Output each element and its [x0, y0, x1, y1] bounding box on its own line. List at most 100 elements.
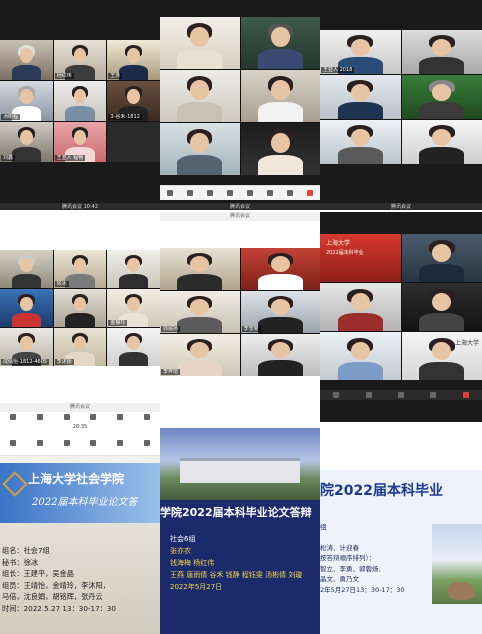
- participant-tile[interactable]: 金静玲: [107, 289, 160, 327]
- share-screen-icon[interactable]: [397, 392, 404, 398]
- campus-rock: [448, 582, 474, 600]
- info-line: 晶文、勇乃文: [320, 575, 359, 583]
- participant-tile[interactable]: [320, 75, 401, 119]
- participant-tile[interactable]: [160, 70, 240, 122]
- microphone-icon[interactable]: [167, 190, 173, 196]
- meeting-toolbar: [0, 412, 160, 422]
- leader-names: 张亦农: [170, 547, 191, 555]
- participant-tile[interactable]: [320, 120, 401, 164]
- participant-tile[interactable]: [401, 120, 482, 164]
- participant-name: 王亚人 2018: [321, 67, 355, 73]
- participant-tile[interactable]: [240, 123, 320, 175]
- video-grid: 杨红伟 王赤 汤彬程 3-谷禾-1812 刘鑫 王亚人 程畅: [0, 40, 160, 162]
- participant-name: 王赤: [108, 73, 123, 79]
- info-line: 按答辩顺序排列）：: [320, 554, 376, 562]
- participant-tile[interactable]: 汤彬程: [0, 81, 53, 121]
- text-icon[interactable]: [36, 440, 43, 446]
- participants-icon[interactable]: [430, 392, 437, 398]
- meeting-screenshot-6: 上海大学 2022届本科毕业 上海大学: [320, 212, 482, 422]
- participant-tile[interactable]: 王亚人 2018: [320, 30, 401, 74]
- meeting-screenshot-5: 郭展扬 李雪斐 李梓瑄 腾讯会议: [160, 212, 320, 422]
- participant-tile[interactable]: [107, 250, 160, 288]
- group-name: 社会6组: [170, 535, 196, 543]
- participant-tile[interactable]: [240, 248, 320, 290]
- participant-tile[interactable]: 刘鑫: [0, 122, 53, 162]
- poster-card-1: 28:35 上海大学社会学院 2022届本科毕业论文答 组名：社会7组 秘书：徐…: [0, 423, 160, 634]
- participant-tile[interactable]: [401, 234, 482, 282]
- participant-tile[interactable]: 杨红伟: [53, 40, 107, 80]
- participant-tile[interactable]: [53, 81, 107, 121]
- share-screen-icon[interactable]: [207, 190, 213, 196]
- microphone-icon[interactable]: [10, 414, 17, 420]
- participant-tile[interactable]: 李沐阳: [53, 328, 107, 366]
- participant-tile[interactable]: [0, 250, 53, 288]
- edit-icon[interactable]: [10, 440, 17, 446]
- participant-tile[interactable]: [240, 334, 320, 376]
- participant-tile[interactable]: [401, 75, 482, 119]
- status-bar: 腾讯会议: [160, 212, 320, 221]
- participant-tile[interactable]: 李雪斐: [240, 291, 320, 333]
- video-grid: 郭展扬 李雪斐 李梓瑄: [160, 248, 320, 376]
- end-call-icon[interactable]: [307, 190, 313, 196]
- participant-tile[interactable]: [53, 289, 107, 327]
- settings-icon[interactable]: [143, 414, 150, 420]
- member-names: 王燕 唐雨倩 谷禾 钱静 程钰雯 汤彬倩 刘璇: [170, 571, 303, 579]
- participant-tile[interactable]: 王亚人 程畅: [53, 122, 107, 162]
- camera-icon[interactable]: [365, 392, 372, 398]
- participant-tile[interactable]: [240, 17, 320, 69]
- participant-tile[interactable]: 郭展扬: [160, 291, 240, 333]
- chat-icon[interactable]: [267, 190, 273, 196]
- participant-tile[interactable]: [320, 332, 401, 380]
- document-toolbar: [0, 431, 160, 456]
- info-line: 时间：2022.5.27 13：30-17：30: [2, 603, 116, 613]
- participant-tile[interactable]: [107, 328, 160, 366]
- participant-tile[interactable]: [160, 248, 240, 290]
- participant-tile[interactable]: [240, 70, 320, 122]
- camera-icon[interactable]: [187, 190, 193, 196]
- participant-tile[interactable]: [320, 283, 401, 331]
- more-icon[interactable]: [116, 440, 123, 446]
- poster-title: 院2022届本科毕业: [320, 483, 443, 499]
- microphone-icon[interactable]: [333, 392, 340, 398]
- participant-tile[interactable]: [0, 40, 53, 80]
- close-icon[interactable]: [143, 440, 150, 446]
- participant-tile[interactable]: [107, 122, 160, 162]
- participant-tile[interactable]: [401, 283, 482, 331]
- participant-tile[interactable]: 王赤: [107, 40, 160, 80]
- participants-icon[interactable]: [90, 414, 97, 420]
- participant-tile[interactable]: 徐冰: [53, 250, 107, 288]
- info-line: 组长：王建平，吴金晶: [2, 569, 74, 578]
- info-line: 组: [320, 523, 327, 531]
- participant-tile[interactable]: 李梓瑄: [160, 334, 240, 376]
- participant-tile[interactable]: 成佩怡-1812-4605: [0, 328, 53, 366]
- banner-tile: 上海大学 2022届本科毕业: [320, 234, 401, 282]
- participant-tile[interactable]: 3-谷禾-1812: [107, 81, 160, 121]
- participant-name: 汤彬程: [1, 114, 21, 120]
- participant-name: 成佩怡-1812-4605: [1, 359, 50, 365]
- info-line: 组名：社会7组: [2, 546, 50, 555]
- share-screen-icon[interactable]: [63, 414, 70, 420]
- apps-icon[interactable]: [287, 190, 293, 196]
- participant-tile[interactable]: [401, 30, 482, 74]
- record-icon[interactable]: [227, 190, 233, 196]
- meeting-toolbar: [160, 185, 320, 200]
- participant-tile[interactable]: [160, 17, 240, 69]
- participant-tile[interactable]: [0, 289, 53, 327]
- participant-tile[interactable]: 上海大学: [401, 332, 482, 380]
- status-bar: 腾讯会议 10:42: [0, 203, 160, 210]
- chat-icon[interactable]: [116, 414, 123, 420]
- video-grid: 徐冰 金静玲 成佩怡-1812-4605 李沐阳: [0, 250, 160, 366]
- info-line: 组员：王靖怡，金靖玲，李沐阳，: [2, 580, 110, 590]
- participant-tile[interactable]: [160, 123, 240, 175]
- camera-icon[interactable]: [36, 414, 43, 420]
- participant-name: 徐冰: [54, 281, 69, 287]
- poster-title: 上海大学社会学院: [28, 472, 125, 486]
- end-call-icon[interactable]: [462, 392, 469, 398]
- status-bar: 腾讯会议: [160, 203, 320, 210]
- poster-body: 社会6组 张亦农 钱海梅 杨红伟 王燕 唐雨倩 谷禾 钱静 程钰雯 汤彬倩 刘璇…: [160, 524, 320, 634]
- info-line: 松涛、计迎春: [320, 543, 359, 552]
- participants-icon[interactable]: [247, 190, 253, 196]
- insert-icon[interactable]: [63, 440, 70, 446]
- poster-card-2: 学院2022届本科毕业论文答辩 社会6组 张亦农 钱海梅 杨红伟 王燕 唐雨倩 …: [160, 428, 320, 634]
- share-icon[interactable]: [90, 440, 97, 446]
